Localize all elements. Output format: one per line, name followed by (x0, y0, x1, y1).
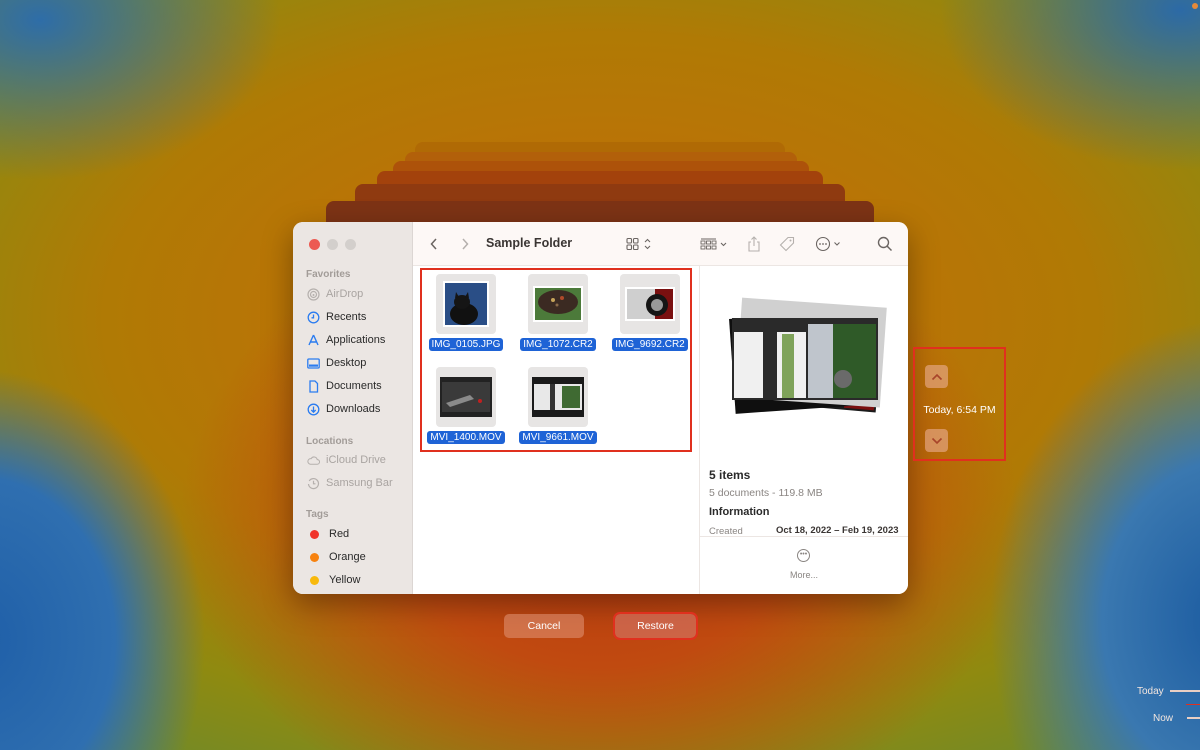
timeline-tick[interactable] (1187, 717, 1200, 719)
timeline-tick[interactable] (1170, 690, 1200, 692)
file-name: IMG_1072.CR2 (520, 338, 596, 351)
tag-orange-dot-icon (310, 552, 319, 562)
chevron-left-icon (430, 238, 437, 250)
sidebar-item-recents[interactable]: Recents (307, 307, 366, 327)
file-name: IMG_0105.JPG (428, 338, 504, 351)
timeline-now-label[interactable]: Now (1153, 713, 1173, 724)
sidebar-section-favorites: Favorites (306, 269, 351, 280)
sidebar-item-tag-red[interactable]: Red (307, 524, 349, 544)
sidebar-item-label: Red (329, 528, 350, 540)
sidebar-item-icloud-drive[interactable]: iCloud Drive (307, 450, 386, 470)
sidebar-item-airdrop[interactable]: AirDrop (307, 284, 363, 304)
file-item[interactable]: MVI_1400.MOV (421, 367, 511, 445)
sidebar-item-applications[interactable]: Applications (307, 330, 385, 350)
information-heading: Information (709, 506, 770, 518)
file-thumbnail (436, 367, 496, 427)
tag-icon (779, 236, 795, 252)
sidebar-item-label: AirDrop (326, 288, 364, 300)
more-actions-button[interactable] (815, 234, 845, 254)
file-thumbnail (620, 274, 680, 334)
sidebar-item-desktop[interactable]: Desktop (307, 353, 366, 373)
window-controls (309, 239, 356, 250)
time-navigator: Today, 6:54 PM (913, 347, 1006, 461)
file-item[interactable]: IMG_0105.JPG (421, 274, 511, 352)
finder-window: Favorites AirDrop Recents Applications D… (293, 222, 908, 594)
file-item[interactable]: IMG_9692.CR2 (605, 274, 695, 352)
sidebar-item-label: Yellow (329, 574, 361, 586)
sidebar-item-label: Orange (329, 551, 366, 563)
window-title: Sample Folder (486, 236, 573, 250)
more-ellipsis-icon[interactable]: ••• (797, 549, 810, 562)
sidebar-item-samsung-bar[interactable]: Samsung Bar (307, 473, 393, 493)
group-button[interactable] (700, 234, 730, 254)
ellipsis-circle-icon (815, 236, 840, 252)
previous-backup-button[interactable] (925, 365, 948, 388)
view-mode-button[interactable] (626, 234, 654, 254)
search-button[interactable] (877, 234, 893, 254)
file-grid: IMG_0105.JPG IMG_1072.CR2 IMG_9692.CR2 M… (413, 266, 699, 594)
restore-button[interactable]: Restore (613, 612, 698, 640)
sidebar-item-label: Recents (326, 311, 367, 323)
airdrop-icon (307, 287, 320, 301)
sidebar-item-label: Desktop (326, 357, 367, 369)
file-item[interactable]: IMG_1072.CR2 (513, 274, 603, 352)
divider (700, 536, 908, 537)
share-button[interactable] (747, 234, 761, 254)
cancel-button[interactable]: Cancel (504, 614, 584, 638)
file-thumbnail (528, 274, 588, 334)
file-thumbnail (528, 367, 588, 427)
timeline-current-marker (1186, 704, 1200, 705)
created-value: Oct 18, 2022 – Feb 19, 2023 (776, 525, 899, 536)
sidebar-item-label: Samsung Bar (326, 477, 393, 489)
back-button[interactable] (429, 234, 439, 254)
share-icon (748, 236, 760, 252)
sidebar-item-tag-orange[interactable]: Orange (307, 547, 366, 567)
download-icon (307, 403, 320, 416)
sidebar-item-label: Downloads (326, 403, 381, 415)
selection-summary: 5 documents - 119.8 MB (709, 487, 823, 499)
backup-timestamp: Today, 6:54 PM (923, 404, 996, 416)
next-backup-button[interactable] (925, 429, 948, 452)
file-thumbnail (436, 274, 496, 334)
chevron-up-icon (931, 373, 942, 380)
file-name: IMG_9692.CR2 (612, 338, 688, 351)
file-name: MVI_1400.MOV (427, 431, 505, 444)
icon-view-icon (626, 237, 651, 251)
more-button[interactable]: More... (700, 570, 908, 580)
preview-pane: 5 items 5 documents - 119.8 MB Informati… (699, 266, 908, 594)
applications-icon (307, 334, 320, 347)
history-icon (307, 477, 320, 490)
group-icon (700, 238, 727, 250)
selection-count: 5 items (709, 468, 751, 482)
chevron-right-icon (462, 238, 469, 250)
document-icon (307, 379, 320, 393)
tag-red-dot-icon (310, 529, 319, 539)
minimize-button[interactable] (327, 239, 338, 250)
sidebar: Favorites AirDrop Recents Applications D… (293, 222, 413, 594)
sidebar-section-tags: Tags (306, 509, 329, 520)
status-dot (1192, 3, 1198, 9)
file-name: MVI_9661.MOV (519, 431, 597, 444)
tag-button[interactable] (779, 234, 795, 254)
sidebar-item-label: Applications (326, 334, 386, 346)
clock-icon (307, 311, 320, 324)
sidebar-item-label: Documents (326, 380, 382, 392)
zoom-button[interactable] (345, 239, 356, 250)
file-item[interactable]: MVI_9661.MOV (513, 367, 603, 445)
tag-yellow-dot-icon (310, 575, 319, 585)
close-button[interactable] (309, 239, 320, 250)
desktop-icon (307, 357, 320, 370)
search-icon (877, 236, 893, 252)
sidebar-item-documents[interactable]: Documents (307, 376, 382, 396)
sidebar-section-locations: Locations (306, 436, 354, 447)
cloud-icon (307, 454, 320, 467)
sidebar-item-label: iCloud Drive (326, 454, 386, 466)
sidebar-item-tag-yellow[interactable]: Yellow (307, 570, 360, 590)
stacked-preview-image (729, 297, 887, 414)
forward-button[interactable] (460, 234, 470, 254)
timeline-today-label[interactable]: Today (1137, 686, 1164, 697)
sidebar-item-downloads[interactable]: Downloads (307, 399, 380, 419)
chevron-down-icon (931, 437, 942, 444)
toolbar: Sample Folder (413, 222, 908, 266)
